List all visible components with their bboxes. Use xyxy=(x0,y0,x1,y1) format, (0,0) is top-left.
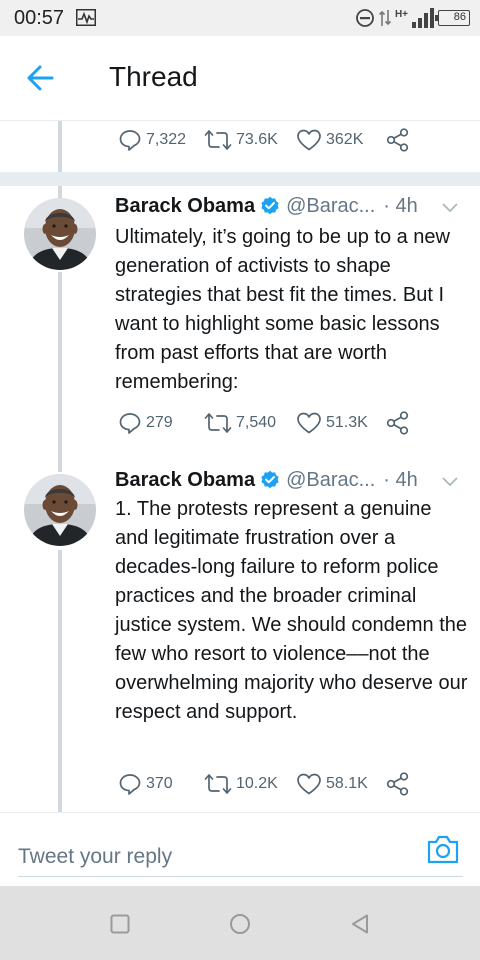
back-triangle-icon[interactable] xyxy=(348,912,372,936)
network-type-label: H+ xyxy=(394,8,408,20)
author-name[interactable]: Barack Obama xyxy=(115,195,255,218)
tweet-separator xyxy=(0,172,480,186)
like-count: 58.1K xyxy=(326,775,368,792)
status-icons: H+ 86 xyxy=(355,7,470,29)
like-count: 51.3K xyxy=(326,414,368,431)
reply-count: 7,322 xyxy=(146,131,187,148)
app-header: Thread xyxy=(0,36,480,120)
retweet-icon xyxy=(204,774,232,794)
reply-count: 279 xyxy=(146,414,173,431)
activity-monitor-icon xyxy=(76,9,96,26)
battery-level: 86 xyxy=(453,11,466,23)
retweet-count: 73.6K xyxy=(236,131,278,148)
do-not-disturb-icon xyxy=(356,9,374,27)
data-transfer-icon xyxy=(378,10,391,26)
status-time: 00:57 xyxy=(14,7,65,29)
tweet-card[interactable]: Barack Obama @Barac... · 4h Ultimately, … xyxy=(0,186,480,464)
page-title: Thread xyxy=(109,61,198,92)
share-action[interactable] xyxy=(385,410,411,436)
like-action[interactable]: 51.3K xyxy=(296,411,385,435)
share-icon xyxy=(386,411,409,435)
retweet-action[interactable]: 73.6K xyxy=(204,128,296,152)
avatar[interactable] xyxy=(24,474,96,546)
thread-line xyxy=(58,550,62,812)
chevron-down-icon[interactable] xyxy=(440,474,460,488)
previous-tweet[interactable]: 7,322 73.6K 362K xyxy=(0,120,480,173)
reply-bar xyxy=(0,812,480,886)
share-icon xyxy=(386,772,409,796)
back-arrow-icon[interactable] xyxy=(22,60,62,96)
retweet-icon xyxy=(204,413,232,433)
like-action[interactable]: 362K xyxy=(296,128,385,152)
heart-icon xyxy=(297,129,321,151)
tweet-card[interactable]: Barack Obama @Barac... · 4h 1. The prote… xyxy=(0,464,480,812)
retweet-count: 10.2K xyxy=(236,775,278,792)
retweet-action[interactable]: 10.2K xyxy=(204,772,296,796)
thread-line xyxy=(58,464,62,472)
author-handle[interactable]: @Barac... xyxy=(286,469,375,492)
status-bar: 00:57 H+ 86 xyxy=(0,0,480,36)
thread-line xyxy=(58,272,62,464)
tweet-header: Barack Obama @Barac... · 4h xyxy=(115,192,418,220)
heart-icon xyxy=(297,412,321,434)
author-handle[interactable]: @Barac... xyxy=(286,195,375,218)
battery-icon: 86 xyxy=(435,10,470,26)
share-icon xyxy=(386,128,409,152)
tweet-actions: 279 7,540 51.3K xyxy=(118,409,411,437)
retweet-action[interactable]: 7,540 xyxy=(204,411,296,435)
reply-action[interactable]: 279 xyxy=(118,411,204,435)
author-name[interactable]: Barack Obama xyxy=(115,469,255,492)
system-navigation-bar xyxy=(0,886,480,960)
tweet-text: 1. The protests represent a genuine and … xyxy=(115,498,468,723)
avatar[interactable] xyxy=(24,198,96,270)
like-count: 362K xyxy=(326,131,364,148)
reply-icon xyxy=(119,130,141,151)
home-icon[interactable] xyxy=(228,912,252,936)
recent-apps-icon[interactable] xyxy=(108,912,132,936)
reply-icon xyxy=(119,774,141,795)
thread-line xyxy=(58,121,62,173)
retweet-count: 7,540 xyxy=(236,414,277,431)
signal-strength-icon xyxy=(412,8,434,28)
tweet-header: Barack Obama @Barac... · 4h xyxy=(115,466,418,494)
tweet-actions: 7,322 73.6K 362K xyxy=(118,126,411,154)
tweet-actions: 370 10.2K 58.1K xyxy=(118,770,411,798)
camera-icon[interactable] xyxy=(426,833,460,865)
tweet-timestamp: · 4h xyxy=(383,468,418,491)
thread-line xyxy=(58,186,62,198)
tweet-timestamp: · 4h xyxy=(383,194,418,217)
reply-icon xyxy=(119,413,141,434)
verified-badge-icon xyxy=(261,470,279,489)
reply-input[interactable] xyxy=(18,837,463,877)
retweet-icon xyxy=(204,130,232,150)
reply-action[interactable]: 370 xyxy=(118,772,204,796)
chevron-down-icon[interactable] xyxy=(440,200,460,214)
share-action[interactable] xyxy=(385,127,411,153)
verified-badge-icon xyxy=(261,196,279,215)
tweet-text: Ultimately, it’s going to be up to a new… xyxy=(115,226,450,393)
reply-count: 370 xyxy=(146,775,173,792)
share-action[interactable] xyxy=(385,771,411,797)
reply-action[interactable]: 7,322 xyxy=(118,128,204,152)
like-action[interactable]: 58.1K xyxy=(296,772,385,796)
heart-icon xyxy=(297,773,321,795)
